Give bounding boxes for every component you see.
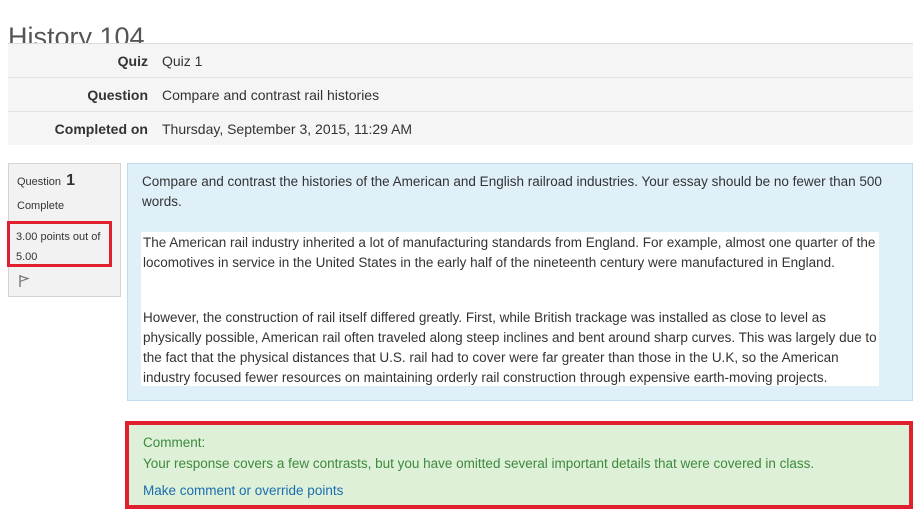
summary-label: Completed on: [54, 120, 148, 137]
summary-value: Thursday, September 3, 2015, 11:29 AM: [162, 120, 413, 137]
summary-label: Quiz: [117, 52, 148, 69]
answer-paragraph: The American rail industry inherited a l…: [143, 235, 876, 270]
question-number-label: Question: [17, 176, 62, 188]
summary-value: Compare and contrast rail histories: [162, 86, 380, 103]
question-grade: 3.00 points out of 5.00: [7, 221, 112, 267]
question-content: Compare and contrast the histories of th…: [127, 163, 913, 401]
comment-box: Comment: Your response covers a few cont…: [125, 421, 913, 509]
quiz-summary-table: Quiz Quiz 1 Question Compare and contras…: [8, 43, 913, 145]
comment-label: Comment:: [143, 435, 206, 450]
question-state: Complete: [17, 200, 65, 212]
question-text: Compare and contrast the histories of th…: [142, 174, 882, 209]
summary-row-question: Question Compare and contrast rail histo…: [8, 78, 913, 112]
comment-text: Your response covers a few contrasts, bu…: [143, 456, 815, 471]
make-comment-link[interactable]: Make comment or override points: [143, 481, 343, 501]
question-number-value: 1: [66, 172, 75, 189]
question-number: Question 1: [17, 172, 75, 190]
summary-row-completed-on: Completed on Thursday, September 3, 2015…: [8, 112, 913, 145]
answer-text-area: The American rail industry inherited a l…: [141, 232, 879, 386]
summary-value: Quiz 1: [162, 52, 203, 69]
question-info-panel: Question 1 Complete 3.00 points out of 5…: [7, 163, 121, 297]
summary-label: Question: [87, 86, 148, 103]
summary-row-quiz: Quiz Quiz 1: [8, 44, 913, 78]
answer-paragraph: However, the construction of rail itself…: [143, 310, 877, 385]
flag-icon[interactable]: [17, 274, 31, 288]
